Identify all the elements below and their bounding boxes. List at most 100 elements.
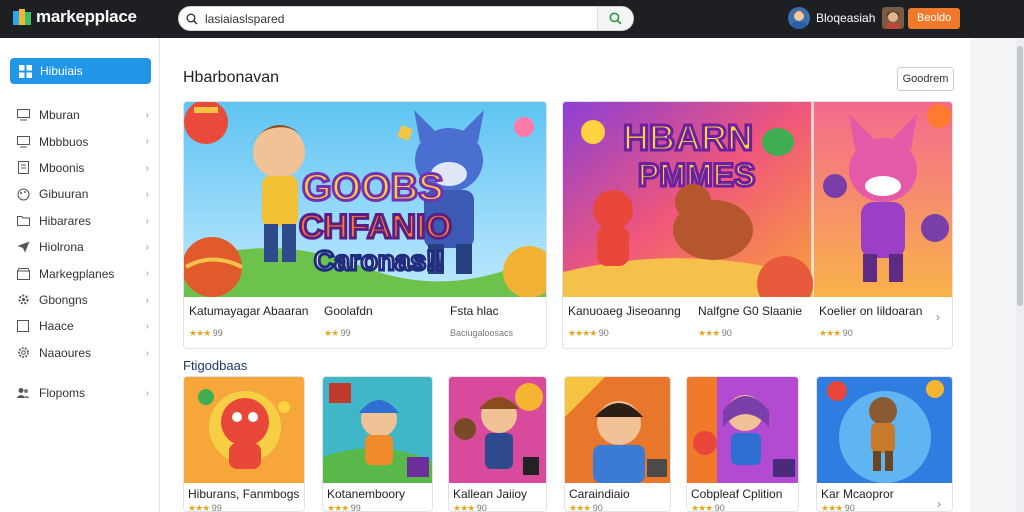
game-artwork xyxy=(184,377,304,483)
rating: ★★★ 90 xyxy=(691,503,725,511)
sidebar-item[interactable]: Hibarares › xyxy=(10,208,151,234)
sidebar-item[interactable]: Mbbbuos › xyxy=(10,128,151,154)
document-icon xyxy=(16,161,30,175)
sidebar-item-label: Haace xyxy=(39,319,74,334)
game-artwork xyxy=(449,377,546,483)
star-icon: ★★★ xyxy=(819,328,841,338)
chevron-right-icon: › xyxy=(145,321,149,333)
sidebar-item[interactable]: Mboonis › xyxy=(10,155,151,181)
user-profile[interactable]: Bloqeasiah xyxy=(788,7,875,29)
featured-artwork: GOOBS CHFANIO Caronas!! xyxy=(184,102,546,297)
rating: ★★★ 99 xyxy=(189,328,223,339)
game-title[interactable]: Kanuoaeg Jiseoanng xyxy=(568,304,681,318)
game-title[interactable]: Cobpleaf Cplition xyxy=(691,487,782,501)
scrollbar-thumb[interactable] xyxy=(1017,46,1023,306)
search-bar[interactable] xyxy=(178,6,634,31)
users-icon xyxy=(16,386,30,400)
sidebar-item-label: Mburan xyxy=(39,108,80,123)
chevron-right-icon: › xyxy=(145,110,149,121)
sidebar-item-label: Flopoms xyxy=(39,386,86,401)
game-card[interactable]: Kar Mcaopror ★★★ 90 › xyxy=(816,376,953,512)
game-title[interactable]: Hiburans, Fanmbogs xyxy=(188,487,299,501)
game-title[interactable]: Goolafdn xyxy=(324,304,373,318)
rating: ★★★ 90 xyxy=(453,503,487,511)
game-artwork xyxy=(323,377,432,483)
account-area: Beoldo xyxy=(882,7,961,29)
rating: ★★★ 90 xyxy=(821,503,855,512)
search-icon xyxy=(179,13,205,25)
section-title-featured: Hbarbonavan xyxy=(183,69,280,86)
banner-text: HBARN xyxy=(623,117,753,158)
sidebar-item[interactable]: Markegplanes › xyxy=(10,260,151,286)
game-title[interactable]: Caraindiaio xyxy=(569,487,630,501)
game-card[interactable]: Hiburans, Fanmbogs ★★★ 99 xyxy=(183,376,305,512)
rating-count: 90 xyxy=(592,503,603,512)
star-icon: ★★★ xyxy=(821,503,843,512)
game-title[interactable]: Katumayagar Abaaran xyxy=(189,304,308,318)
featured-artwork: HBARN PMMES xyxy=(563,102,952,297)
sidebar-list: Mburan › Mbbbuos › Mboonis › Gibuuran › … xyxy=(10,102,151,406)
search-submit-button[interactable] xyxy=(597,7,633,30)
app-logo[interactable]: markepplace xyxy=(12,7,137,27)
game-artwork xyxy=(687,377,798,483)
chevron-right-icon: › xyxy=(145,387,149,399)
grid-icon xyxy=(18,64,32,78)
sidebar-item[interactable]: Haace › xyxy=(10,313,151,339)
avatar[interactable] xyxy=(882,7,904,29)
see-all-button[interactable]: Goodrem xyxy=(897,67,954,91)
monitor-icon xyxy=(16,135,30,149)
rating-count: 99 xyxy=(212,328,223,338)
star-icon: ★★★ xyxy=(569,503,591,512)
chevron-right-icon[interactable]: › xyxy=(936,310,940,324)
game-title[interactable]: Nalfgne G0 Slaanie xyxy=(698,304,802,318)
sidebar-item-active[interactable]: Hibuiais xyxy=(10,58,151,84)
rating-count: 90 xyxy=(721,328,732,338)
featured-card[interactable]: GOOBS CHFANIO Caronas!! Katumayagar Abaa… xyxy=(183,101,547,349)
game-title[interactable]: Fsta hlac xyxy=(450,304,499,318)
chevron-right-icon: › xyxy=(145,294,149,306)
rating: ★★★ 90 xyxy=(569,503,603,512)
rating-count: 99 xyxy=(211,503,222,512)
chevron-right-icon: › xyxy=(145,215,149,227)
rating-count: 99 xyxy=(350,503,361,512)
chevron-right-icon[interactable]: › xyxy=(937,497,941,511)
game-title[interactable]: Kallean Jaiioy xyxy=(453,487,527,501)
game-card[interactable]: Kallean Jaiioy ★★★ 90 xyxy=(448,376,547,512)
sidebar-item-footer[interactable]: Flopoms › xyxy=(10,380,151,406)
banner-text: CHFANIO xyxy=(299,208,452,246)
square-icon xyxy=(16,319,30,333)
star-icon: ★★ xyxy=(324,328,339,338)
banner-text: GOOBS xyxy=(302,167,443,209)
sidebar: Hibuiais Mburan › Mbbbuos › Mboonis › Gi… xyxy=(0,38,160,512)
chevron-right-icon: › xyxy=(145,136,149,148)
search-input[interactable] xyxy=(205,11,597,26)
game-card[interactable]: Caraindiaio ★★★ 90 xyxy=(564,376,671,512)
game-artwork xyxy=(817,377,952,483)
sidebar-item[interactable]: Gibuuran › xyxy=(10,181,151,207)
primary-action-button[interactable]: Beoldo xyxy=(908,7,961,29)
star-icon: ★★★★ xyxy=(568,328,597,338)
sidebar-item[interactable]: Hiolrona › xyxy=(10,234,151,260)
sidebar-item-label: Hiolrona xyxy=(39,240,84,255)
game-title[interactable]: Kotanemboory xyxy=(327,487,405,501)
game-title[interactable]: Kar Mcaopror xyxy=(821,487,894,501)
game-card[interactable]: Kotanemboory ★★★ 99 xyxy=(322,376,433,512)
rating: ★★★ 90 xyxy=(698,328,732,339)
game-artwork xyxy=(565,377,670,483)
sidebar-item[interactable]: Naaoures › xyxy=(10,340,151,366)
rating: ★★ 99 xyxy=(324,328,351,339)
rating-count: Baciugaloosacs xyxy=(450,328,514,338)
featured-card[interactable]: HBARN PMMES Kanuoaeg Jiseoanng ★★★★ 90 N… xyxy=(562,101,953,349)
sidebar-item-label: Naaoures xyxy=(39,345,92,360)
game-title[interactable]: Koelier on Iildoaran xyxy=(819,304,922,318)
banner-text: Caronas!! xyxy=(314,245,445,276)
palette-icon xyxy=(16,187,30,201)
sidebar-item-label: Hibuiais xyxy=(40,64,83,78)
star-icon: ★★★ xyxy=(327,503,349,512)
sidebar-item-label: Mboonis xyxy=(39,160,85,175)
sidebar-item[interactable]: Gbongns › xyxy=(10,287,151,313)
game-card[interactable]: Cobpleaf Cplition ★★★ 90 xyxy=(686,376,799,512)
rating-count: 90 xyxy=(842,328,853,338)
rating: ★★★ 90 xyxy=(819,328,853,339)
sidebar-item[interactable]: Mburan › xyxy=(10,102,151,128)
